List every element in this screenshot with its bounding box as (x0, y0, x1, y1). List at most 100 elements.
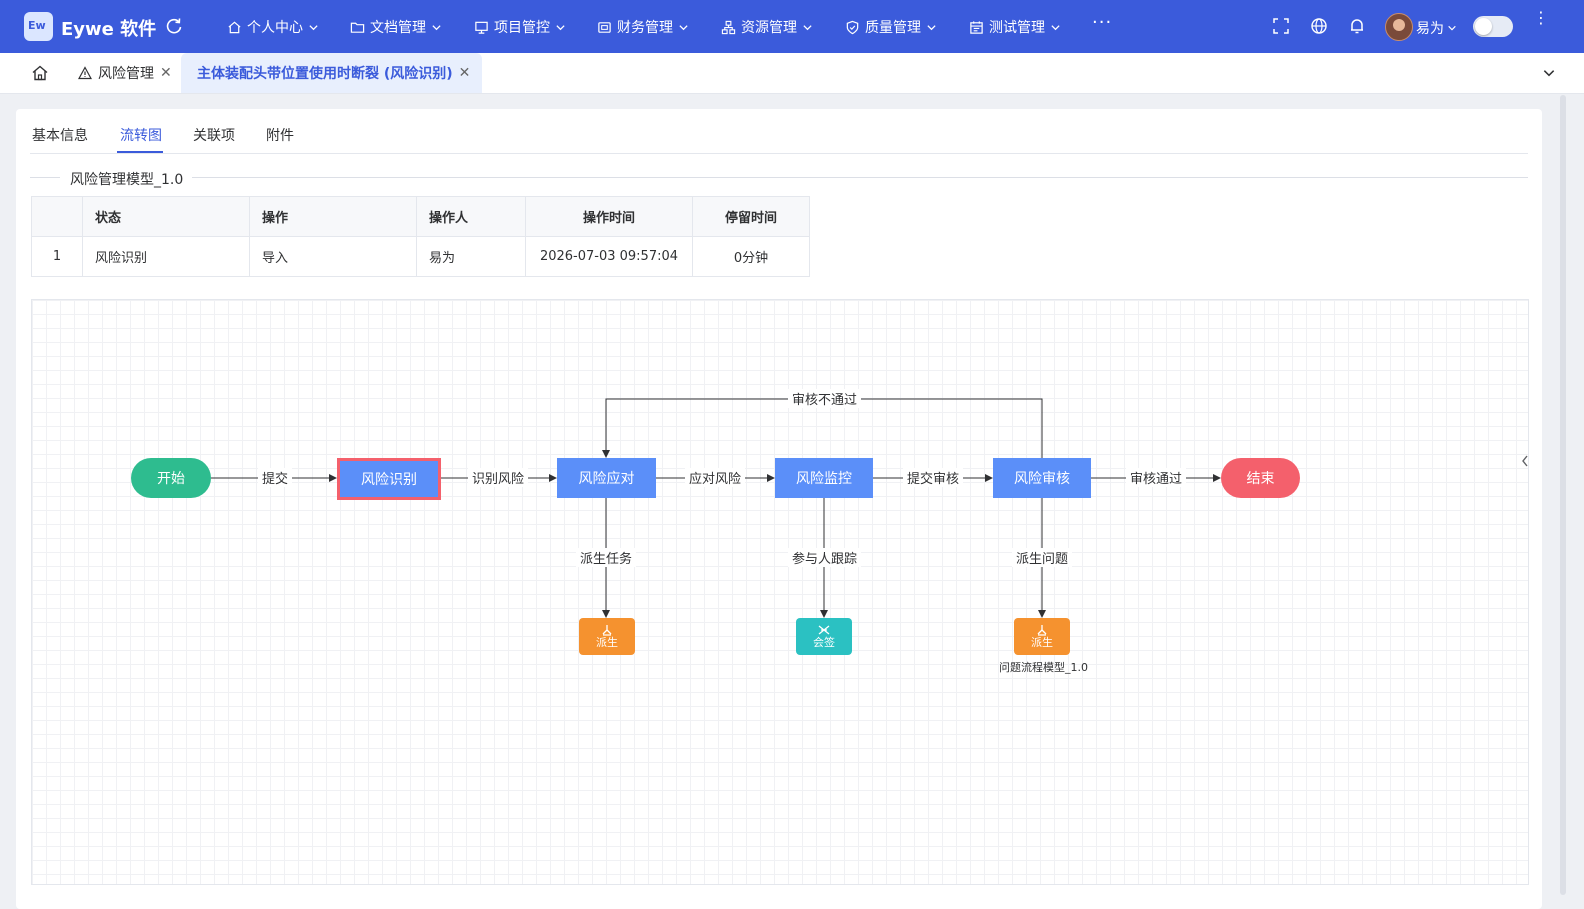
fullscreen-icon[interactable] (1271, 16, 1291, 36)
col-status: 状态 (82, 196, 250, 237)
tab-basic-info[interactable]: 基本信息 (32, 125, 88, 145)
cell-operation-time: 2026-07-03 09:57:04 (525, 236, 693, 277)
nav-label: 测试管理 (989, 20, 1045, 36)
nav-personal-center[interactable]: 个人中心 (227, 16, 319, 38)
cell-status: 风险识别 (82, 236, 250, 277)
more-vertical-icon[interactable]: ⋮ (1533, 10, 1549, 26)
warning-icon (78, 66, 92, 80)
app-logo[interactable]: Ew (24, 12, 53, 41)
flow-subnode-derive-issue[interactable]: 派生 (1014, 618, 1070, 655)
calendar-icon (970, 20, 983, 34)
countersign-icon (818, 624, 830, 635)
edge-label-identify-risk: 识别风险 (468, 468, 529, 487)
tab-flow-chart[interactable]: 流转图 (120, 125, 162, 145)
col-index (31, 196, 83, 237)
edge-label-derive-issue: 派生问题 (1012, 548, 1073, 567)
globe-icon[interactable] (1309, 16, 1329, 36)
tabs-divider (30, 153, 1528, 154)
edge-label-review-pass: 审核通过 (1126, 468, 1187, 487)
shield-icon (846, 20, 859, 34)
nav-project-control[interactable]: 项目管控 (474, 16, 566, 38)
chevron-down-icon (309, 24, 318, 30)
flow-node-risk-respond[interactable]: 风险应对 (557, 458, 656, 498)
nav-test-management[interactable]: 测试管理 (969, 16, 1061, 38)
col-operation: 操作 (249, 196, 417, 237)
subnode-label: 会签 (813, 635, 835, 649)
edge-label-participant-track: 参与人跟踪 (788, 548, 862, 567)
chevron-down-icon (927, 24, 936, 30)
avatar[interactable] (1385, 13, 1413, 41)
flow-node-risk-identify[interactable]: 风险识别 (337, 458, 441, 500)
cell-operation: 导入 (249, 236, 417, 277)
flow-subnode-countersign[interactable]: 会签 (796, 618, 852, 655)
edge-label-submit: 提交 (258, 468, 293, 487)
section-divider (30, 177, 60, 178)
nav-label: 项目管控 (494, 20, 550, 36)
nav-quality-management[interactable]: 质量管理 (845, 16, 937, 38)
edge-label-respond-risk: 应对风险 (685, 468, 746, 487)
chevron-down-icon (1051, 24, 1060, 30)
page-scrollbar[interactable] (1560, 95, 1566, 895)
subnode-label: 派生 (1031, 635, 1053, 649)
col-operator: 操作人 (416, 196, 526, 237)
folder-icon (350, 22, 365, 33)
close-icon[interactable]: ✕ (459, 65, 471, 81)
section-divider (192, 177, 1528, 178)
col-stay-time: 停留时间 (692, 196, 810, 237)
flow-canvas[interactable]: 开始 风险识别 风险应对 风险监控 风险审核 结束 提交 识别风险 应对风险 提… (31, 299, 1529, 885)
tab-risk-management[interactable]: 风险管理 ✕ (78, 53, 172, 93)
edge-label-derive-task: 派生任务 (576, 548, 637, 567)
nav-more-button[interactable]: ··· (1092, 12, 1112, 33)
detail-card: 基本信息 流转图 关联项 附件 风险管理模型_1.0 状态 操作 操作人 操作时… (16, 109, 1542, 909)
flow-node-risk-monitor[interactable]: 风险监控 (775, 458, 873, 498)
edge-label-submit-review: 提交审核 (903, 468, 964, 487)
flow-node-risk-review[interactable]: 风险审核 (993, 458, 1091, 498)
resource-icon (721, 20, 736, 34)
flow-log-table: 状态 操作 操作人 操作时间 停留时间 1 风险识别 导入 易为 2026-07… (31, 196, 810, 277)
subnode-label: 派生 (596, 635, 618, 649)
nav-label: 财务管理 (617, 20, 673, 36)
theme-toggle[interactable] (1473, 16, 1513, 37)
flow-edges (211, 398, 1221, 618)
home-icon (228, 21, 241, 33)
close-icon[interactable]: ✕ (160, 65, 172, 81)
nav-resource-management[interactable]: 资源管理 (721, 16, 813, 38)
derive-icon (1037, 624, 1047, 636)
chevron-left-icon[interactable] (1519, 453, 1531, 469)
col-operation-time: 操作时间 (525, 196, 693, 237)
chevron-down-icon[interactable] (1542, 66, 1556, 80)
chevron-down-icon (1448, 25, 1456, 31)
tab-current-risk[interactable]: 主体装配头带位置使用时断裂 (风险识别) ✕ (181, 53, 483, 93)
flow-node-end[interactable]: 结束 (1221, 458, 1300, 498)
subnode-caption: 问题流程模型_1.0 (999, 661, 1088, 674)
chevron-down-icon (803, 24, 812, 30)
table-row: 1 风险识别 导入 易为 2026-07-03 09:57:04 0分钟 (31, 236, 810, 277)
refresh-icon[interactable] (164, 16, 184, 36)
bell-icon[interactable] (1347, 16, 1367, 36)
tab-label: 主体装配头带位置使用时断裂 (风险识别) (197, 66, 453, 82)
tab-attachments[interactable]: 附件 (266, 125, 294, 145)
top-nav-bar: Ew Eywe 软件 个人中心 文档管理 项目管控 财务管理 资源管理 质量管理… (0, 0, 1584, 53)
user-name: 易为 (1416, 21, 1444, 37)
home-tab-icon[interactable] (31, 64, 49, 82)
flow-subnode-derive-task[interactable]: 派生 (579, 618, 635, 655)
cell-index: 1 (31, 236, 83, 277)
tab-label: 风险管理 (98, 66, 154, 82)
flow-node-start[interactable]: 开始 (131, 458, 211, 498)
chevron-down-icon (679, 24, 688, 30)
nav-label: 个人中心 (247, 20, 303, 36)
finance-icon (598, 21, 611, 33)
nav-document-management[interactable]: 文档管理 (350, 16, 442, 38)
cell-stay-time: 0分钟 (692, 236, 810, 277)
tab-related-items[interactable]: 关联项 (193, 125, 235, 145)
section-title: 风险管理模型_1.0 (70, 172, 184, 188)
app-title[interactable]: Eywe 软件 (61, 15, 156, 41)
chevron-down-icon (556, 24, 565, 30)
nav-label: 文档管理 (370, 20, 426, 36)
page-tabs-bar: 风险管理 ✕ 主体装配头带位置使用时断裂 (风险识别) ✕ (0, 53, 1584, 94)
nav-finance-management[interactable]: 财务管理 (597, 16, 689, 38)
chevron-down-icon (432, 24, 441, 30)
user-menu[interactable]: 易为 (1416, 18, 1457, 38)
monitor-icon (475, 21, 488, 34)
derive-icon (602, 624, 612, 636)
